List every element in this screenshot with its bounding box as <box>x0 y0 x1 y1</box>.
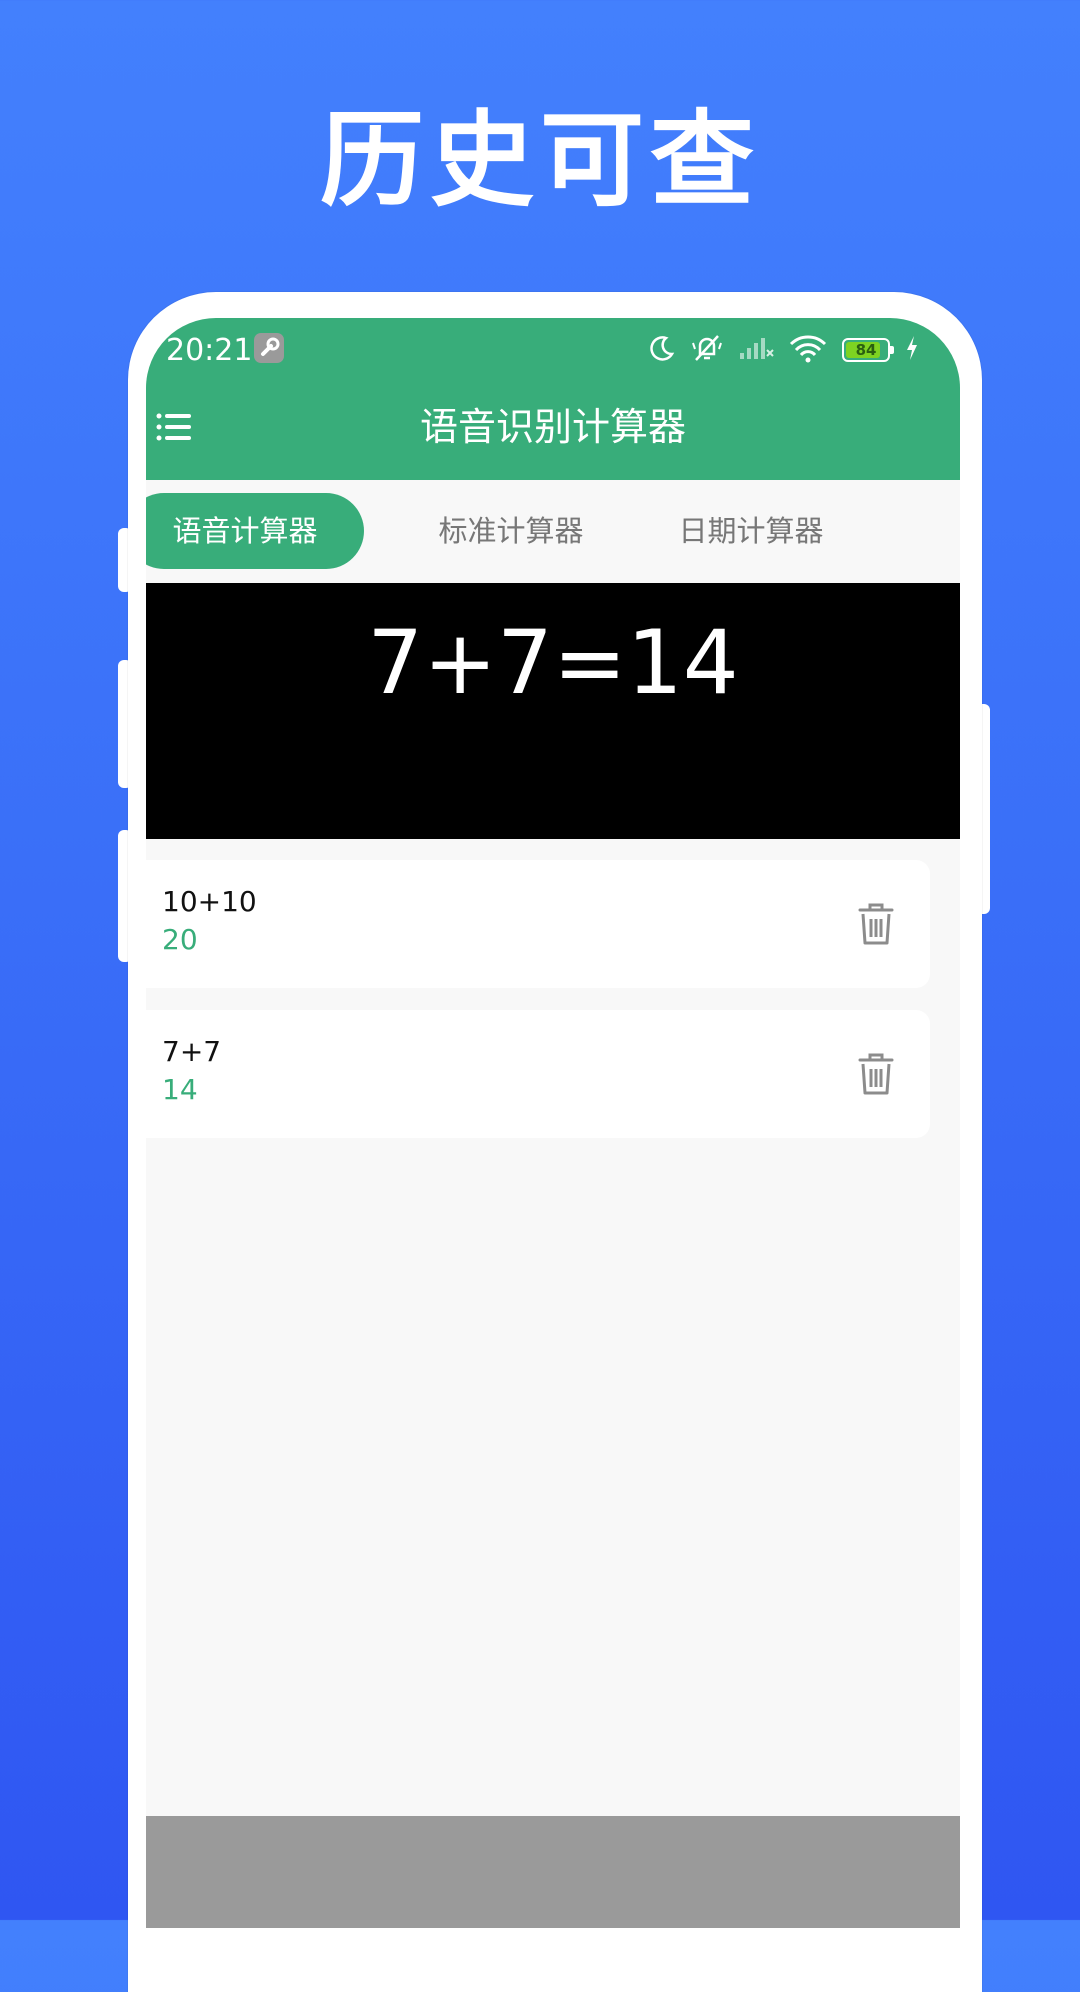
wrench-icon <box>254 333 284 363</box>
trash-icon[interactable] <box>856 902 896 946</box>
tab-voice-calculator[interactable]: 语音计算器 <box>146 493 364 569</box>
history-item[interactable]: 10+10 20 <box>146 860 930 988</box>
status-time: 20:21 <box>166 333 253 368</box>
charging-bolt-icon <box>904 333 920 367</box>
history-expression: 7+7 <box>162 1035 222 1068</box>
headline: 历史可查 <box>319 99 760 221</box>
status-icons: 84 <box>646 328 920 372</box>
app-title: 语音识别计算器 <box>419 405 686 449</box>
calculator-tabs: 语音计算器 标准计算器 日期计算器 <box>146 493 960 569</box>
history-item[interactable]: 7+7 14 <box>146 1010 930 1138</box>
display-expression: 7+7=14 <box>367 611 739 714</box>
bottom-bar <box>146 1816 960 1928</box>
history-list: 10+10 20 7+7 14 <box>146 860 930 1160</box>
cellular-signal-icon <box>738 333 774 367</box>
wifi-icon <box>788 333 828 367</box>
result-display: 7+7=14 <box>146 583 960 839</box>
battery-percent: 84 <box>855 341 877 359</box>
battery-icon: 84 <box>842 338 894 362</box>
tab-date-calculator[interactable]: 日期计算器 <box>636 493 866 569</box>
tab-standard-calculator[interactable]: 标准计算器 <box>396 493 626 569</box>
history-result: 20 <box>162 923 198 956</box>
app-bar: 20:21 84 语音识别计算器 <box>146 318 960 480</box>
phone-screen: 20:21 84 语音识别计算器 语音计算器 标准计算器 日期计算器 7+7=1… <box>146 318 960 1928</box>
history-result: 14 <box>162 1073 198 1106</box>
history-expression: 10+10 <box>162 885 257 918</box>
muted-bell-icon <box>690 333 724 367</box>
moon-icon <box>646 333 676 367</box>
trash-icon[interactable] <box>856 1052 896 1096</box>
